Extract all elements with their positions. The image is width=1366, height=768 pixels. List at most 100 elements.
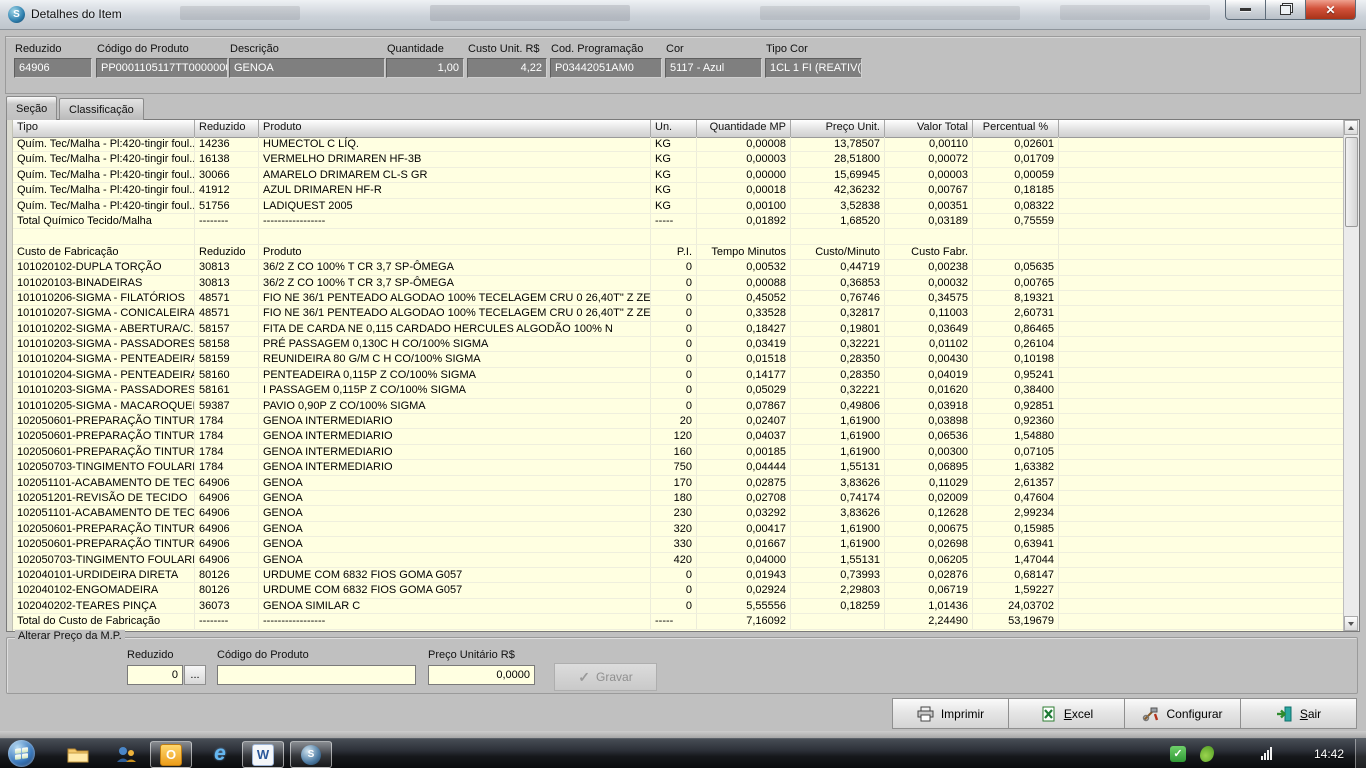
taskbar-internet-explorer[interactable]: e bbox=[200, 741, 240, 766]
column-header[interactable]: Valor Total bbox=[885, 120, 973, 137]
cell: 102051201-REVISÃO DE TECIDO bbox=[13, 491, 195, 505]
table-row[interactable]: 101020102-DUPLA TORÇÃO3081336/2 Z CO 100… bbox=[13, 260, 1344, 275]
column-header[interactable]: Tipo bbox=[13, 120, 195, 137]
cell: 101010207-SIGMA - CONICALEIRAS bbox=[13, 306, 195, 320]
restore-button[interactable] bbox=[1265, 0, 1306, 20]
cell-filler bbox=[1059, 583, 1344, 597]
hidden-icons-chevron bbox=[1140, 751, 1148, 768]
audio-tray-icon[interactable] bbox=[1200, 746, 1214, 762]
table-row[interactable]: 102050601-PREPARAÇÃO TINTUR...64906GENOA… bbox=[13, 537, 1344, 552]
cell: 0,01102 bbox=[885, 337, 973, 351]
table-row[interactable]: Total Químico Tecido/Malha--------------… bbox=[13, 214, 1344, 229]
table-row[interactable]: 101010204-SIGMA - PENTEADEIRAS58159REUNI… bbox=[13, 352, 1344, 367]
vertical-scrollbar[interactable] bbox=[1343, 120, 1359, 631]
taskbar-word[interactable]: W bbox=[242, 741, 284, 768]
table-row[interactable]: 102040102-ENGOMADEIRA80126URDUME COM 683… bbox=[13, 583, 1344, 598]
table-row[interactable]: Quím. Tec/Malha - Pl:420-tingir foul...5… bbox=[13, 199, 1344, 214]
close-button[interactable]: ✕ bbox=[1305, 0, 1356, 20]
cell: 0,38400 bbox=[973, 383, 1059, 397]
codigo-produto-input[interactable] bbox=[217, 665, 416, 685]
cell: 48571 bbox=[195, 306, 259, 320]
network-signal-icon[interactable] bbox=[1261, 746, 1272, 760]
column-header-filler bbox=[1059, 120, 1344, 137]
table-row[interactable]: 102051101-ACABAMENTO DE TEC...64906GENOA… bbox=[13, 476, 1344, 491]
table-row[interactable]: 102051101-ACABAMENTO DE TEC...64906GENOA… bbox=[13, 506, 1344, 521]
excel-icon bbox=[1040, 706, 1057, 722]
tab-secao[interactable]: Seção bbox=[6, 96, 57, 120]
scroll-down-button[interactable] bbox=[1344, 616, 1358, 631]
cell-filler bbox=[1059, 537, 1344, 551]
cell: 0,00675 bbox=[885, 522, 973, 536]
table-row[interactable]: 102050601-PREPARAÇÃO TINTUR...1784GENOA … bbox=[13, 414, 1344, 429]
table-row[interactable] bbox=[13, 229, 1344, 244]
table-row[interactable]: 101010203-SIGMA - PASSADORES58161I PASSA… bbox=[13, 383, 1344, 398]
excel-button[interactable]: Excel bbox=[1008, 698, 1125, 729]
scroll-up-button[interactable] bbox=[1344, 120, 1358, 135]
cell-filler bbox=[1059, 199, 1344, 213]
table-row[interactable]: Quím. Tec/Malha - Pl:420-tingir foul...1… bbox=[13, 137, 1344, 152]
table-row[interactable]: Quím. Tec/Malha - Pl:420-tingir foul...3… bbox=[13, 168, 1344, 183]
button-label: Sair bbox=[1300, 707, 1321, 721]
imprimir-button[interactable]: Imprimir bbox=[892, 698, 1009, 729]
table-row[interactable]: 102050601-PREPARAÇÃO TINTUR...1784GENOA … bbox=[13, 445, 1344, 460]
table-row[interactable]: 102051201-REVISÃO DE TECIDO64906GENOA180… bbox=[13, 491, 1344, 506]
table-row[interactable]: Quím. Tec/Malha - Pl:420-tingir foul...4… bbox=[13, 183, 1344, 198]
table-row[interactable]: 101010207-SIGMA - CONICALEIRAS48571FIO N… bbox=[13, 306, 1344, 321]
table-row[interactable]: 101010205-SIGMA - MACAROQUEI...59387PAVI… bbox=[13, 399, 1344, 414]
column-header[interactable]: Quantidade MP bbox=[697, 120, 791, 137]
cell: 0,00088 bbox=[697, 276, 791, 290]
table-row[interactable]: 102040202-TEARES PINÇA36073GENOA SIMILAR… bbox=[13, 599, 1344, 614]
glass-smudge bbox=[760, 6, 1020, 20]
scrollbar-thumb[interactable] bbox=[1345, 137, 1358, 227]
taskbar-clock[interactable]: 14:42 bbox=[1314, 747, 1344, 761]
configurar-button[interactable]: Configurar bbox=[1124, 698, 1241, 729]
cell: 30813 bbox=[195, 260, 259, 274]
table-row[interactable]: 101010203-SIGMA - PASSADORES58158PRÉ PAS… bbox=[13, 337, 1344, 352]
browse-button[interactable]: ... bbox=[184, 665, 206, 685]
updater-tray-icon[interactable]: ✓ bbox=[1170, 746, 1186, 762]
taskbar-contacts[interactable] bbox=[106, 741, 146, 766]
taskbar-explorer[interactable] bbox=[58, 741, 98, 766]
gravar-button[interactable]: Gravar bbox=[554, 663, 657, 691]
section-header-row[interactable]: Custo de FabricaçãoReduzidoProdutoP.I.Te… bbox=[13, 245, 1344, 260]
table-row[interactable]: 102050703-TINGIMENTO FOULARD64906GENOA42… bbox=[13, 553, 1344, 568]
cell-filler bbox=[1059, 522, 1344, 536]
reduzido-input[interactable] bbox=[127, 665, 183, 685]
show-desktop-button[interactable] bbox=[1355, 739, 1366, 768]
table-row[interactable]: 101010206-SIGMA - FILATÓRIOS48571FIO NE … bbox=[13, 291, 1344, 306]
table-row[interactable]: Quím. Tec/Malha - Pl:420-tingir foul...1… bbox=[13, 152, 1344, 167]
table-row[interactable]: 101010204-SIGMA - PENTEADEIRAS58160PENTE… bbox=[13, 368, 1344, 383]
table-row[interactable]: Total do Custo de Fabricação------------… bbox=[13, 614, 1344, 629]
cell: 0,34575 bbox=[885, 291, 973, 305]
taskbar-sgt-app[interactable]: S bbox=[290, 741, 332, 768]
column-header[interactable]: Preço Unit. bbox=[791, 120, 885, 137]
table-row[interactable]: 102050601-PREPARAÇÃO TINTUR...1784GENOA … bbox=[13, 429, 1344, 444]
cell: 1,63382 bbox=[973, 460, 1059, 474]
column-header[interactable]: Reduzido bbox=[195, 120, 259, 137]
column-header[interactable]: Produto bbox=[259, 120, 651, 137]
cell: GENOA bbox=[259, 553, 651, 567]
table-row[interactable]: 102050601-PREPARAÇÃO TINTUR...64906GENOA… bbox=[13, 522, 1344, 537]
cell: Quím. Tec/Malha - Pl:420-tingir foul... bbox=[13, 152, 195, 166]
cell: 0,00185 bbox=[697, 445, 791, 459]
table-row[interactable]: 101020103-BINADEIRAS3081336/2 Z CO 100% … bbox=[13, 276, 1344, 291]
field-label: Custo Unit. R$ bbox=[468, 43, 540, 55]
outlook-icon: O bbox=[160, 744, 182, 766]
table-row[interactable]: 102040101-URDIDEIRA DIRETA80126URDUME CO… bbox=[13, 568, 1344, 583]
taskbar-outlook[interactable]: O bbox=[150, 741, 192, 768]
cell: 58159 bbox=[195, 352, 259, 366]
cell: 0,95241 bbox=[973, 368, 1059, 382]
table-row[interactable]: 101010202-SIGMA - ABERTURA/C...58157FITA… bbox=[13, 322, 1344, 337]
column-header[interactable]: Percentual % bbox=[973, 120, 1059, 137]
start-orb[interactable] bbox=[8, 740, 35, 767]
preco-unitario-input[interactable] bbox=[428, 665, 535, 685]
minimize-button[interactable] bbox=[1225, 0, 1266, 20]
hidden-icons-button[interactable] bbox=[1140, 751, 1148, 768]
header-field: Cor5117 - Azul bbox=[665, 37, 762, 93]
cell-filler bbox=[1059, 506, 1344, 520]
cell: 8,19321 bbox=[973, 291, 1059, 305]
column-header[interactable]: Un. bbox=[651, 120, 697, 137]
table-row[interactable]: 102050703-TINGIMENTO FOULARD1784GENOA IN… bbox=[13, 460, 1344, 475]
tab-classificacao[interactable]: Classificação bbox=[59, 98, 144, 120]
sair-button[interactable]: Sair bbox=[1240, 698, 1357, 729]
